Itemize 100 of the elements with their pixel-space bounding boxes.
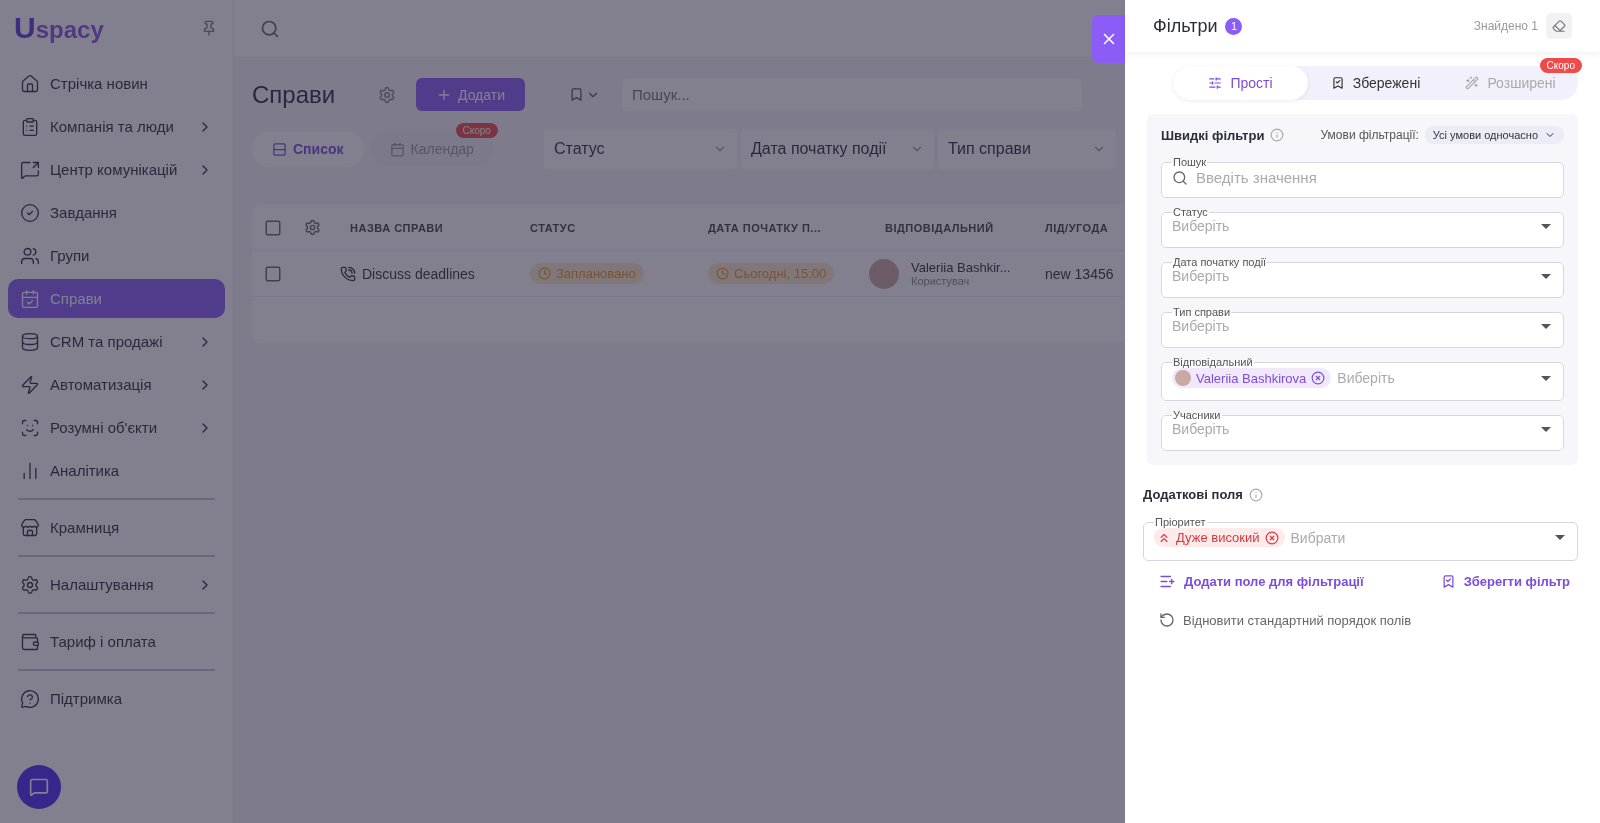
search-input[interactable]: Введіть значення	[1194, 168, 1551, 187]
table-cell-text: new 13456	[1045, 265, 1115, 282]
condition-label: Умови фільтрації:	[1320, 128, 1419, 142]
caret-icon	[1541, 323, 1551, 329]
column-header: НАЗВА СПРАВИ	[350, 221, 445, 234]
nav-icon	[20, 288, 40, 309]
clock-icon	[716, 267, 729, 280]
field-label: Тип справи	[1172, 306, 1232, 318]
avatar	[869, 258, 899, 289]
sidebar-item[interactable]: Розумні об'єкти	[8, 408, 225, 447]
priority-chip[interactable]: Дуже високий	[1154, 528, 1285, 547]
settings-icon[interactable]	[378, 85, 396, 104]
select-field[interactable]: Статус Виберіть	[1161, 206, 1564, 248]
condition-select[interactable]: Усі умови одночасно	[1424, 126, 1564, 144]
reset-order-button[interactable]: Відновити стандартний порядок полів	[1159, 612, 1412, 628]
magic-wand-icon	[1465, 76, 1480, 90]
caret-icon	[1541, 375, 1551, 381]
field-label: Статус	[1172, 206, 1208, 218]
search-field[interactable]: Пошук...	[622, 78, 1082, 111]
date-text: Сьогодні, 15:00	[734, 266, 827, 281]
add-button[interactable]: Додати	[416, 78, 525, 111]
caret-icon	[1541, 426, 1551, 432]
logo: Uspacy	[14, 11, 104, 45]
nav-icon	[20, 574, 40, 595]
field-label: Учасники	[1172, 409, 1222, 421]
view-tab[interactable]: Список	[252, 131, 364, 167]
sidebar-item[interactable]: Стрічка новин	[8, 64, 225, 103]
sidebar-item[interactable]: Групи	[8, 236, 225, 275]
search-field[interactable]: Пошук Введіть значення	[1161, 156, 1564, 198]
placeholder: Вибрати	[1290, 529, 1347, 546]
remove-icon[interactable]	[1264, 530, 1279, 545]
section-title: Швидкі фільтри	[1161, 127, 1265, 143]
sidebar-item[interactable]: Аналітика	[8, 451, 225, 490]
sidebar-item[interactable]: Справи	[8, 279, 225, 318]
page-title: Справи	[252, 80, 337, 109]
select-field[interactable]: Дата початку події Виберіть	[1161, 256, 1564, 298]
nav-icon	[20, 116, 40, 137]
info-icon[interactable]	[1248, 487, 1263, 502]
add-field-button[interactable]: Додати поле для фільтрації	[1159, 573, 1364, 590]
list-icon	[272, 141, 287, 157]
column-header: ДАТА ПОЧАТКУ П...	[708, 221, 823, 234]
pin-icon[interactable]	[201, 20, 217, 36]
field-label: Пошук	[1172, 156, 1208, 168]
sidebar-item[interactable]: CRM та продажі	[8, 322, 225, 361]
save-filter-button[interactable]: Зберегти фільтр	[1440, 573, 1570, 590]
select-field[interactable]: Пріоритет Дуже високий Вибрати	[1143, 516, 1578, 561]
remove-icon[interactable]	[1311, 371, 1326, 385]
nav-icon	[20, 374, 40, 395]
sidebar-item[interactable]: Центр комунікацій	[8, 150, 225, 189]
placeholder: Виберіть	[1172, 268, 1231, 284]
sliders-icon	[1208, 76, 1223, 90]
column-header: ВІДПОВІДАЛЬНИЙ	[885, 221, 995, 234]
filter-select[interactable]: Дата початку події	[741, 129, 934, 169]
placeholder: Виберіть	[1337, 370, 1396, 386]
soon-badge: Скоро	[1539, 58, 1582, 73]
settings-icon[interactable]	[304, 219, 321, 236]
nav-icon	[20, 631, 40, 652]
filter-tab[interactable]: Прості	[1173, 66, 1308, 100]
info-icon[interactable]	[1270, 128, 1285, 142]
nav-icon	[20, 159, 40, 180]
filter-select[interactable]: Тип справи	[938, 129, 1116, 169]
caret-icon	[1541, 223, 1551, 229]
placeholder: Виберіть	[1172, 421, 1231, 437]
person-chip[interactable]: Valeriia Bashkirova	[1172, 368, 1332, 388]
chat-icon	[29, 777, 49, 797]
sidebar-item[interactable]: Тариф і оплата	[8, 622, 225, 661]
select-field[interactable]: Тип справи Виберіть	[1161, 306, 1564, 348]
checkbox[interactable]	[264, 218, 282, 237]
placeholder: Виберіть	[1172, 218, 1231, 234]
nav-icon	[20, 202, 40, 223]
select-field[interactable]: Учасники Виберіть	[1161, 409, 1564, 451]
task-name: Discuss deadlines	[362, 265, 475, 282]
select-field[interactable]: Відповідальний Valeriia Bashkirova Виберіть	[1161, 356, 1564, 401]
field-label: Відповідальний	[1172, 356, 1254, 368]
nav-icon	[20, 417, 40, 438]
filter-tab[interactable]: Збережені	[1308, 66, 1443, 100]
sidebar-item[interactable]: Підтримка	[8, 679, 225, 718]
soon-badge: Скоро	[455, 123, 498, 138]
checkbox[interactable]	[264, 264, 282, 283]
count-badge: 1	[1225, 17, 1243, 35]
status-text: Заплановано	[556, 266, 636, 281]
field-label: Пріоритет	[1154, 516, 1207, 528]
clock-icon	[538, 267, 551, 280]
placeholder: Виберіть	[1172, 318, 1231, 334]
sidebar-item[interactable]: Крамниця	[8, 508, 225, 547]
clear-button[interactable]	[1546, 13, 1572, 39]
sidebar-item[interactable]: Завдання	[8, 193, 225, 232]
filter-select[interactable]: Статус	[544, 129, 737, 169]
nav-icon	[20, 517, 40, 538]
close-button[interactable]	[1092, 15, 1125, 63]
column-header: СТАТУС	[530, 221, 577, 234]
sidebar-item[interactable]: Налаштування	[8, 565, 225, 604]
sidebar-item[interactable]: Компанія та люди	[8, 107, 225, 146]
phone-icon	[340, 265, 356, 282]
chat-button[interactable]	[17, 765, 61, 809]
person-name: Valeriia Bashkir...	[911, 260, 1011, 275]
sidebar-item[interactable]: Автоматизація	[8, 365, 225, 404]
column-header: ЛІД/УГОДА	[1045, 221, 1110, 234]
nav-icon	[20, 331, 40, 352]
search-icon[interactable]	[260, 18, 280, 39]
